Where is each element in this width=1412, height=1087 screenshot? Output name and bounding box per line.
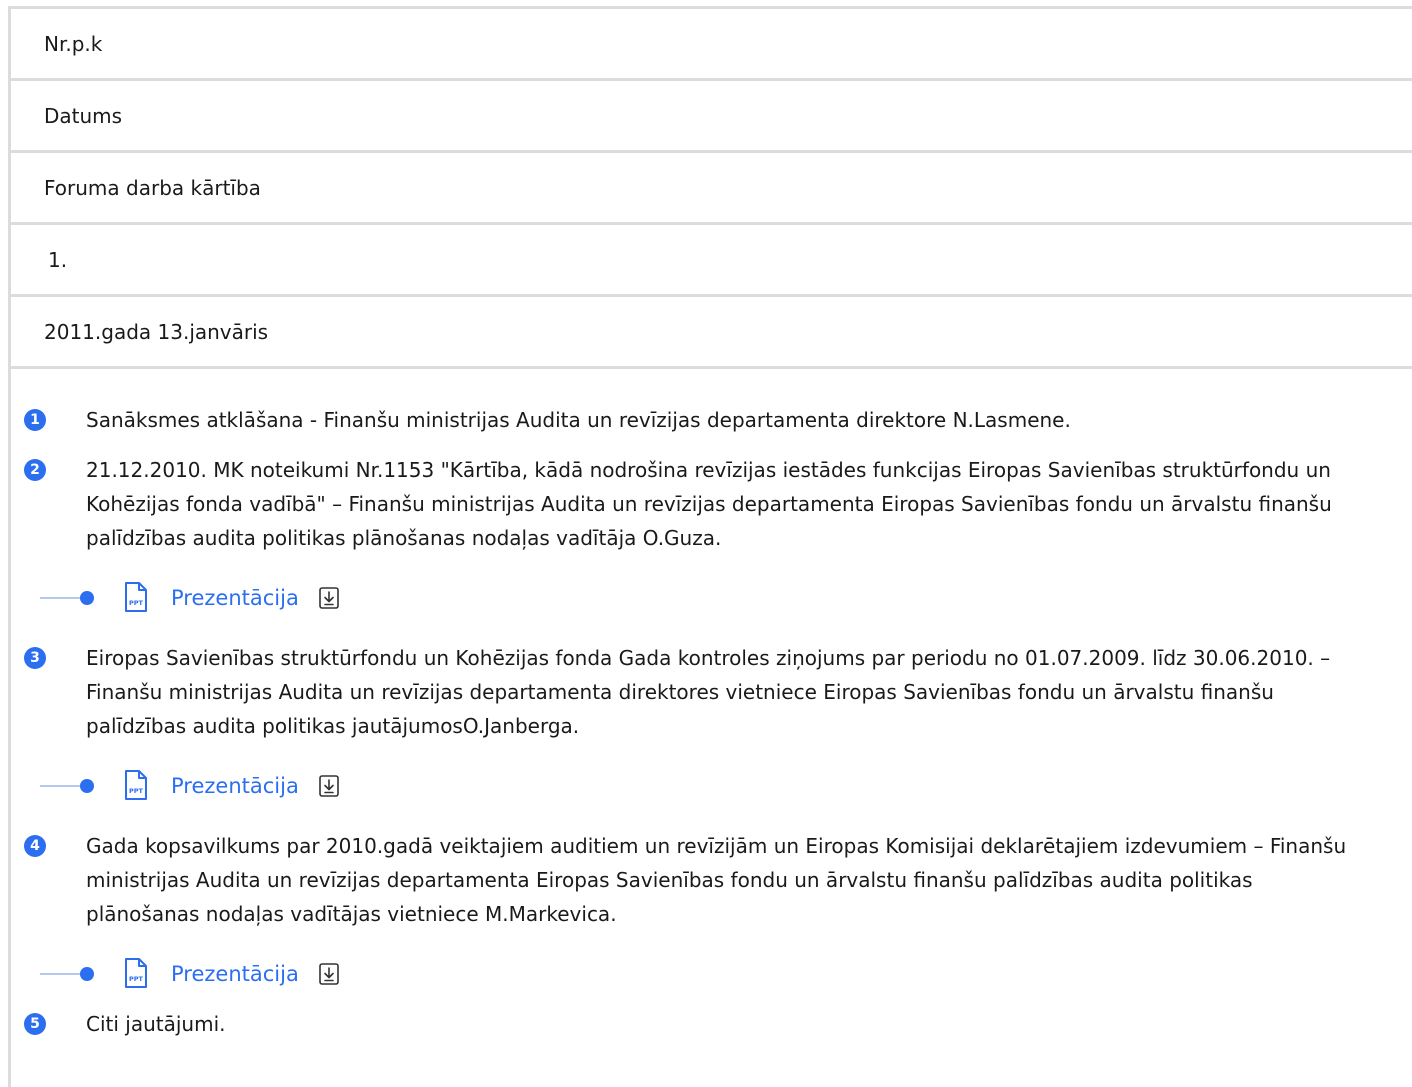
item-number: 3 xyxy=(24,647,46,669)
download-icon[interactable] xyxy=(318,774,340,798)
connector-line xyxy=(40,973,82,975)
list-item: 2 21.12.2010. MK noteikumi Nr.1153 "Kārt… xyxy=(24,453,1366,555)
item-number: 4 xyxy=(24,835,46,857)
connector-dot xyxy=(80,779,94,793)
presentation-link[interactable]: Prezentācija xyxy=(171,957,299,991)
list-item: 1 Sanāksmes atklāšana - Finanšu ministri… xyxy=(24,403,1366,437)
header-nr: Nr.p.k xyxy=(11,9,1412,81)
download-icon[interactable] xyxy=(318,586,340,610)
connector-dot xyxy=(80,591,94,605)
connector-dot xyxy=(80,967,94,981)
presentation-link[interactable]: Prezentācija xyxy=(171,769,299,803)
item-number: 1 xyxy=(24,409,46,431)
attachment-row: PPT Prezentācija xyxy=(40,581,1412,615)
download-icon[interactable] xyxy=(318,962,340,986)
row-number-value: 1. xyxy=(48,247,68,272)
row-date: 2011.gada 13.janvāris xyxy=(11,297,1412,369)
agenda-table: Nr.p.k Datums Foruma darba kārtība 1. 20… xyxy=(8,6,1412,1087)
header-date-label: Datums xyxy=(44,103,123,128)
ppt-file-icon: PPT xyxy=(125,770,147,800)
header-date: Datums xyxy=(11,81,1412,153)
row-number: 1. xyxy=(11,225,1412,297)
row-date-value: 2011.gada 13.janvāris xyxy=(44,319,269,344)
item-text: Citi jautājumi. xyxy=(86,1012,226,1036)
svg-text:PPT: PPT xyxy=(129,787,144,795)
item-text: Gada kopsavilkums par 2010.gadā veiktaji… xyxy=(86,834,1347,926)
ppt-file-icon: PPT xyxy=(125,958,147,988)
ppt-file-icon: PPT xyxy=(125,582,147,612)
item-text: 21.12.2010. MK noteikumi Nr.1153 "Kārtīb… xyxy=(86,458,1332,550)
header-agenda: Foruma darba kārtība xyxy=(11,153,1412,225)
connector-line xyxy=(40,785,82,787)
presentation-link[interactable]: Prezentācija xyxy=(171,581,299,615)
item-number: 2 xyxy=(24,459,46,481)
item-text: Eiropas Savienības struktūrfondu un Kohē… xyxy=(86,646,1331,738)
connector-line xyxy=(40,597,82,599)
list-item: 3 Eiropas Savienības struktūrfondu un Ko… xyxy=(24,641,1366,743)
header-agenda-label: Foruma darba kārtība xyxy=(44,175,261,200)
item-text: Sanāksmes atklāšana - Finanšu ministrija… xyxy=(86,408,1071,432)
list-item: 5 Citi jautājumi. xyxy=(24,1007,1366,1041)
svg-text:PPT: PPT xyxy=(129,975,144,983)
item-number: 5 xyxy=(24,1013,46,1035)
header-nr-label: Nr.p.k xyxy=(44,31,103,56)
agenda-list: 1 Sanāksmes atklāšana - Finanšu ministri… xyxy=(11,369,1412,1041)
list-item: 4 Gada kopsavilkums par 2010.gadā veikta… xyxy=(24,829,1366,931)
attachment-row: PPT Prezentācija xyxy=(40,957,1412,991)
attachment-row: PPT Prezentācija xyxy=(40,769,1412,803)
svg-text:PPT: PPT xyxy=(129,599,144,607)
